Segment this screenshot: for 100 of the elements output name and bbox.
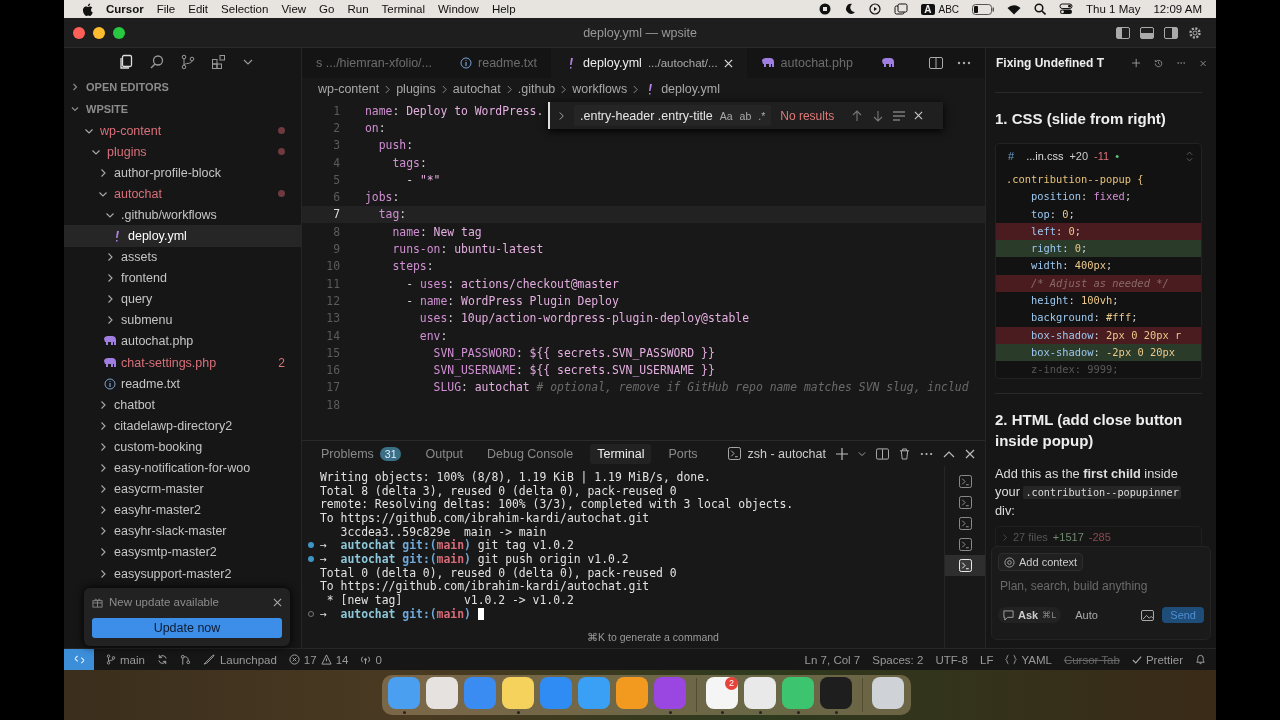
panel-tab[interactable]: Output [418,443,470,464]
app-icon[interactable] [616,676,648,709]
files-icon[interactable] [118,54,134,70]
chevron-up-icon[interactable] [943,449,955,458]
chat-title-tab[interactable]: Fixing Undefined T [996,56,1104,70]
tree-item[interactable]: submenu [64,309,301,331]
zoom-window-button[interactable] [113,26,125,39]
image-icon[interactable] [1141,609,1155,621]
tree-item[interactable]: easyhr-master2 [64,499,301,521]
menu-item[interactable]: Run [347,3,369,15]
plus-icon[interactable] [836,447,848,460]
launchpad-button[interactable]: Launchpad [202,653,277,666]
mode-dropdown[interactable]: Ask ⌘L [998,607,1062,623]
status-item[interactable]: Ln 7, Col 7 [804,653,861,666]
menu-bar-time[interactable]: 12:09 AM [1153,3,1202,15]
tree-item[interactable]: wp-content [64,120,301,142]
model-dropdown[interactable]: Auto [1069,608,1104,622]
status-item[interactable]: LF [980,653,994,666]
elephant-icon[interactable] [880,57,895,69]
settings-icon[interactable] [1188,25,1202,40]
tree-item[interactable]: deploy.yml [64,225,301,247]
source-control-icon[interactable] [180,54,196,70]
breadcrumb[interactable]: workflows [572,82,628,96]
tree-item[interactable]: autochat [64,183,301,205]
chevron-right-icon[interactable] [70,82,80,92]
arrow-up-icon[interactable] [851,109,864,122]
tree-item[interactable]: plugins [64,141,301,163]
app-icon[interactable] [744,676,776,709]
more-icon[interactable] [920,451,933,456]
close-icon[interactable] [965,448,975,459]
menu-item[interactable]: Help [491,3,516,15]
chevron-down-icon[interactable] [70,104,80,114]
bell-icon[interactable] [1195,654,1206,665]
tree-item[interactable]: easycrm-master [64,478,301,500]
app-icon[interactable] [872,676,904,709]
apple-logo-icon[interactable] [82,2,93,16]
moon-icon[interactable] [844,3,857,15]
play-icon[interactable] [869,3,882,15]
ports-indicator[interactable]: 0 [360,653,382,666]
plus-icon[interactable] [1132,57,1141,69]
git-graph-icon[interactable] [179,654,191,665]
breadcrumb[interactable]: plugins [396,82,436,96]
menu-item[interactable]: Go [319,3,335,15]
panel-tab[interactable]: Debug Console [480,443,581,464]
menu-item[interactable]: Window [438,3,479,15]
wifi-icon[interactable] [1007,3,1022,15]
stop-icon[interactable] [819,3,832,15]
more-icon[interactable] [957,61,971,65]
tree-item[interactable]: readme.txt [64,373,301,395]
search-icon[interactable] [149,54,165,70]
search-icon[interactable] [1034,3,1047,15]
windows-icon[interactable] [894,3,909,15]
arrow-down-icon[interactable] [872,109,885,122]
tree-item[interactable]: custom-booking [64,436,301,458]
app-icon[interactable] [426,676,458,709]
lines-icon[interactable] [893,110,906,121]
tree-item[interactable]: chat-settings.php 2 [64,352,301,374]
input-source[interactable]: ABC [938,3,960,15]
close-icon[interactable] [273,597,282,607]
tree-item[interactable]: query [64,288,301,310]
tree-item[interactable]: easyhr-slack-master [64,520,301,542]
sync-icon[interactable] [156,654,168,665]
tree-item[interactable]: frontend [64,267,301,289]
close-window-button[interactable] [73,26,85,39]
split-terminal-icon[interactable] [876,447,889,460]
tree-item[interactable]: easysmtp-master2 [64,541,301,563]
menu-item[interactable]: Edit [188,3,209,15]
tree-item[interactable]: citadelawp-directory2 [64,415,301,437]
tree-item[interactable]: easy-notification-for-woo [64,457,301,479]
section-header[interactable]: WPSITE [86,103,129,115]
branch-indicator[interactable]: main [106,653,145,666]
language-mode[interactable]: YAML [1005,653,1052,666]
terminal-tab[interactable] [945,555,985,576]
battery-icon[interactable] [972,3,995,15]
menu-bar-date[interactable]: Thu 1 May [1086,3,1141,15]
tree-item[interactable]: easysupport-master2 [64,562,301,585]
editor-tab[interactable]: s .../hiemran-xfolio/... [302,48,446,78]
add-context-button[interactable]: Add context [998,553,1084,571]
tree-item[interactable]: assets [64,246,301,268]
breadcrumb[interactable]: .github [517,82,556,96]
app-icon[interactable] [820,676,852,709]
editor-tab[interactable]: autochat.php [746,48,867,78]
status-item[interactable]: Spaces: 2 [872,653,924,666]
toggle-sidebar-icon[interactable] [1116,26,1130,39]
extensions-icon[interactable] [211,54,227,70]
prettier-status[interactable]: Prettier [1131,653,1183,666]
panel-tab[interactable]: Ports [661,443,705,464]
tree-item[interactable]: autochat.php [64,330,301,353]
app-menu[interactable]: Cursor [106,3,144,15]
chat-input-field[interactable]: Plan, search, build anything [998,575,1204,597]
app-icon[interactable] [502,676,534,709]
breadcrumb[interactable]: autochat [452,82,501,96]
minimize-window-button[interactable] [93,26,105,39]
app-icon[interactable]: 2 [706,676,738,709]
toggle-panel-icon[interactable] [1140,26,1154,39]
menu-item[interactable]: Selection [221,3,269,15]
section-header[interactable]: OPEN EDITORS [86,81,169,93]
panel-tab[interactable]: Problems 31 [314,443,409,464]
panel-tab[interactable]: Terminal [590,443,652,464]
menu-item[interactable]: View [281,3,307,15]
